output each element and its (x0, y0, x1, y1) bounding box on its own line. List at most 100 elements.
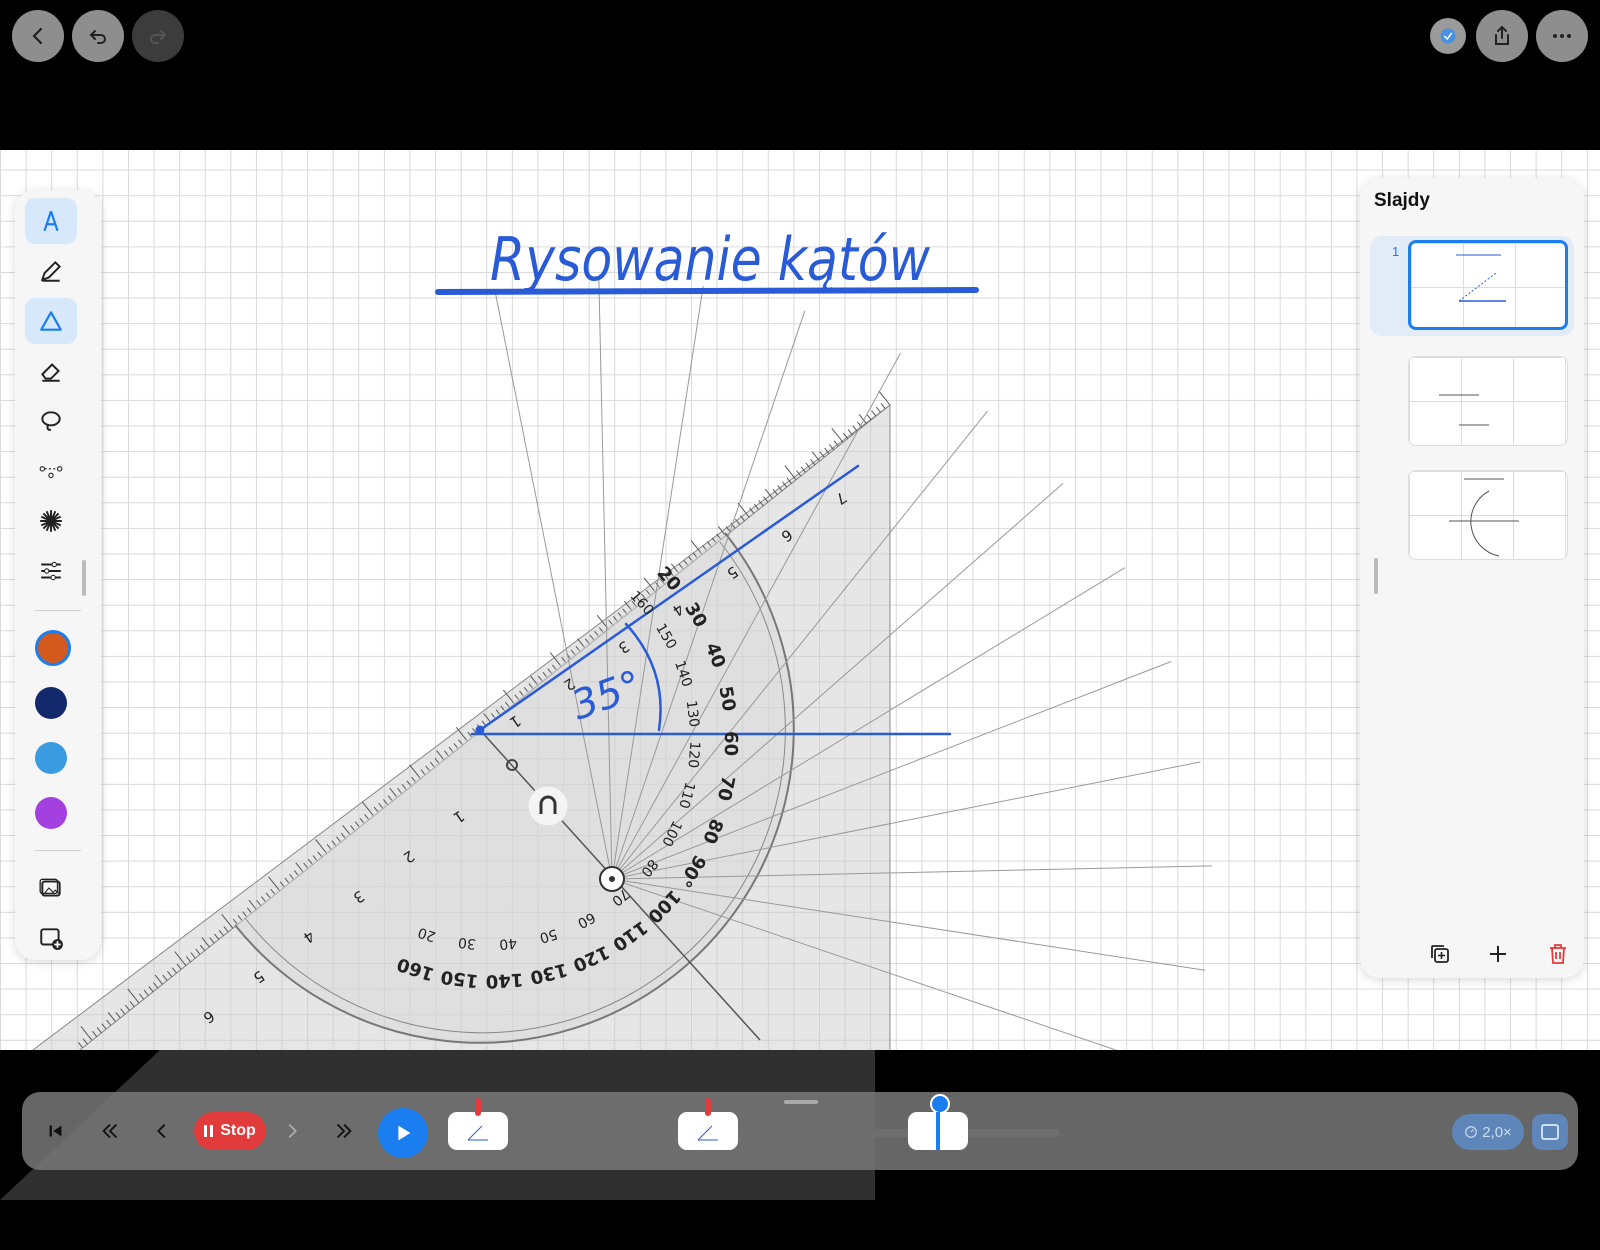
pause-icon (204, 1125, 214, 1137)
speed-button[interactable]: 2,0× (1452, 1114, 1524, 1150)
compass-tool[interactable] (25, 198, 77, 244)
add-image-icon (40, 928, 63, 950)
divider (35, 850, 81, 851)
toolbar-scroll-handle[interactable] (82, 560, 86, 596)
slide-thumbnail-1[interactable] (1408, 240, 1568, 330)
play-button[interactable] (378, 1108, 428, 1158)
pencil-icon (40, 260, 62, 282)
next-step-button[interactable] (274, 1114, 310, 1148)
canvas-title: Rysowanie kątów (490, 225, 931, 295)
pencil-tool[interactable] (25, 248, 77, 294)
add-image-button[interactable] (25, 915, 77, 961)
slides-title: Slajdy (1374, 190, 1430, 211)
panel-scroll-handle[interactable] (1374, 558, 1378, 594)
redo-icon (150, 30, 167, 44)
ruler-tick (852, 425, 858, 432)
laser-tool[interactable] (25, 498, 77, 544)
double-chevron-left-icon (102, 1123, 118, 1139)
laser-icon (40, 510, 62, 532)
magnet-icon[interactable] (527, 785, 569, 827)
speed-label: 2,0× (1482, 1123, 1512, 1141)
stop-label: Stop (220, 1122, 256, 1139)
keyframe-1[interactable] (448, 1098, 508, 1150)
scale-label: 130 (683, 699, 702, 728)
scale-label: 60 (720, 731, 741, 756)
slide-thumbnail-3[interactable] (1408, 470, 1568, 560)
undo-icon (89, 30, 106, 44)
points-icon (39, 466, 63, 479)
points-tool[interactable] (25, 448, 77, 494)
chevron-left-icon (157, 1123, 166, 1139)
keyframe-3[interactable] (908, 1094, 968, 1150)
triangle-icon (40, 311, 62, 331)
slides-panel: Slajdy 1 (1360, 178, 1584, 978)
duplicate-icon (1431, 945, 1449, 963)
playback-bar: Stop 2,0× (22, 1092, 1578, 1170)
ruler-tick (875, 406, 882, 413)
play-icon (398, 1125, 411, 1141)
more-button[interactable] (1536, 10, 1588, 62)
chevron-left-icon (32, 27, 43, 45)
ruler-tick (784, 465, 797, 481)
eraser-tool[interactable] (25, 348, 77, 394)
playhead[interactable] (930, 1094, 950, 1114)
color-navy[interactable] (35, 687, 67, 719)
redo-button[interactable] (132, 10, 184, 62)
speed-icon (1465, 1126, 1478, 1138)
scale-label: 30 (457, 934, 477, 952)
keyframe-marker (475, 1098, 481, 1116)
ruler-tick (880, 402, 886, 410)
ruler-tick (831, 427, 844, 443)
double-chevron-right-icon (336, 1123, 352, 1139)
chevron-right-icon (288, 1123, 297, 1139)
triangle-tool[interactable] (25, 298, 77, 344)
color-light-blue[interactable] (35, 742, 67, 774)
keyframe-marker (705, 1098, 711, 1116)
scale-label: 140 (485, 968, 524, 991)
share-icon (1495, 25, 1509, 45)
eraser-icon (41, 363, 60, 382)
ruler-tick (866, 414, 872, 421)
ruler-tick (847, 429, 853, 436)
divider (35, 610, 81, 611)
slide-number: 1 (1392, 244, 1400, 259)
ruler-tick (811, 451, 820, 462)
fit-icon (1541, 1124, 1559, 1140)
fit-screen-button[interactable] (1532, 1114, 1568, 1150)
tool-palette (15, 190, 101, 960)
stop-button[interactable]: Stop (194, 1112, 266, 1150)
color-purple[interactable] (35, 797, 67, 829)
undo-button[interactable] (72, 10, 124, 62)
slide-thumbnail-2[interactable] (1408, 356, 1568, 446)
color-orange[interactable] (35, 630, 71, 666)
image-button[interactable] (25, 865, 77, 911)
lasso-icon (41, 411, 61, 431)
share-button[interactable] (1476, 10, 1528, 62)
trash-icon (1550, 944, 1566, 964)
scale-label: 50 (714, 685, 739, 713)
ruler-tick (871, 410, 877, 417)
add-slide-button[interactable] (1486, 942, 1512, 968)
duplicate-slide-button[interactable] (1428, 942, 1454, 968)
plus-icon (1490, 946, 1506, 962)
playbar-grabber[interactable] (784, 1100, 818, 1104)
checkmark-icon (1440, 28, 1456, 44)
lasso-tool[interactable] (25, 398, 77, 444)
sliders-icon (41, 561, 61, 581)
previous-step-button[interactable] (144, 1114, 180, 1148)
ruler-tick (878, 390, 891, 406)
rewind-button[interactable] (92, 1114, 128, 1148)
settings-tool[interactable] (25, 548, 77, 594)
scale-label: 120 (685, 741, 703, 769)
ellipsis-icon (1553, 34, 1571, 38)
scale-label: 40 (498, 934, 517, 952)
skip-start-icon (49, 1125, 62, 1137)
image-icon (39, 878, 61, 897)
back-button[interactable] (12, 10, 64, 62)
skip-to-start-button[interactable] (38, 1114, 74, 1148)
delete-slide-button[interactable] (1546, 942, 1572, 968)
checkmark-badge[interactable] (1430, 18, 1466, 54)
fast-forward-button[interactable] (326, 1114, 362, 1148)
keyframe-2[interactable] (678, 1098, 738, 1150)
compass-icon (43, 210, 59, 232)
